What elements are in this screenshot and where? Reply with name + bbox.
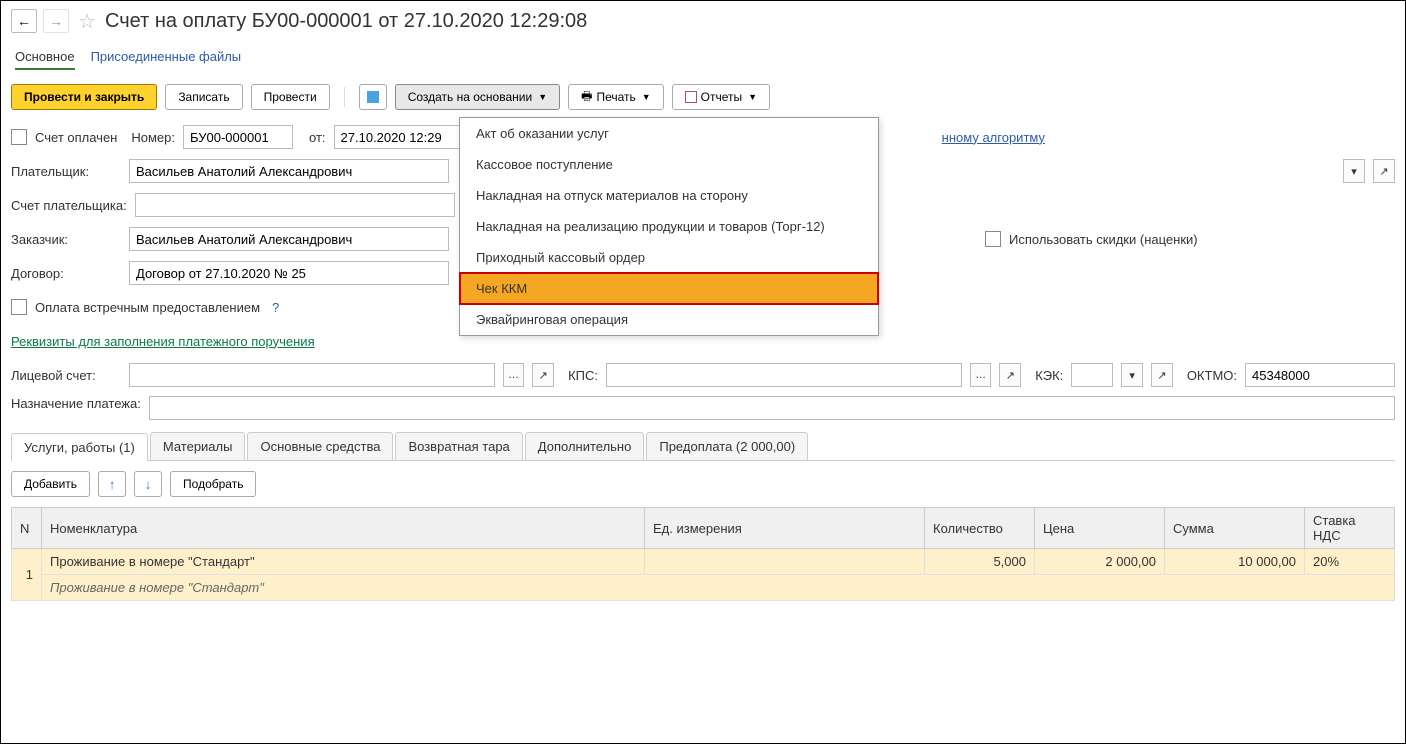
counter-payment-checkbox[interactable] xyxy=(11,299,27,315)
forward-button[interactable]: → xyxy=(43,9,69,33)
payer-dropdown-button[interactable]: ▾ xyxy=(1343,159,1365,183)
tab-files[interactable]: Присоединенные файлы xyxy=(91,45,242,70)
purpose-input[interactable] xyxy=(149,396,1395,420)
cell-desc[interactable]: Проживание в номере "Стандарт" xyxy=(42,575,1395,601)
post-button[interactable]: Провести xyxy=(251,84,330,110)
customer-input[interactable] xyxy=(129,227,449,251)
move-up-button[interactable]: ↑ xyxy=(98,471,126,497)
table-row[interactable]: 1 Проживание в номере "Стандарт" 5,000 2… xyxy=(12,549,1395,575)
pick-button[interactable]: Подобрать xyxy=(170,471,256,497)
chevron-down-icon: ▼ xyxy=(538,92,547,102)
cell-price[interactable]: 2 000,00 xyxy=(1035,549,1165,575)
oktmo-label: ОКТМО: xyxy=(1187,368,1237,383)
invoice-paid-label: Счет оплачен xyxy=(35,130,117,145)
customer-label: Заказчик: xyxy=(11,232,121,247)
kek-open-button[interactable]: ↗ xyxy=(1151,363,1173,387)
menu-item-cash-receipt[interactable]: Кассовое поступление xyxy=(460,149,878,180)
structure-icon xyxy=(367,91,379,103)
menu-item-kkm-check[interactable]: Чек ККМ xyxy=(460,273,878,304)
counter-payment-label: Оплата встречным предоставлением xyxy=(35,300,260,315)
cell-vat[interactable]: 20% xyxy=(1305,549,1395,575)
chevron-down-icon: ▼ xyxy=(748,92,757,102)
printer-icon: 🖶 xyxy=(581,87,592,108)
structure-button[interactable] xyxy=(359,84,387,110)
kps-input[interactable] xyxy=(606,363,962,387)
back-button[interactable]: ← xyxy=(11,9,37,33)
post-and-close-button[interactable]: Провести и закрыть xyxy=(11,84,157,110)
payer-input[interactable] xyxy=(129,159,449,183)
col-n[interactable]: N xyxy=(12,508,42,549)
col-qty[interactable]: Количество xyxy=(925,508,1035,549)
cell-nomen[interactable]: Проживание в номере "Стандарт" xyxy=(42,549,645,575)
help-icon[interactable]: ? xyxy=(272,300,279,315)
tab-assets[interactable]: Основные средства xyxy=(247,432,393,460)
favorite-star-icon[interactable]: ☆ xyxy=(75,9,99,33)
report-icon xyxy=(685,91,697,103)
reports-button[interactable]: Отчеты▼ xyxy=(672,84,770,110)
use-discounts-checkbox[interactable] xyxy=(985,231,1001,247)
contract-input[interactable] xyxy=(129,261,449,285)
tab-extra[interactable]: Дополнительно xyxy=(525,432,645,460)
menu-item-acquiring[interactable]: Эквайринговая операция xyxy=(460,304,878,335)
menu-item-torg12[interactable]: Накладная на реализацию продукции и това… xyxy=(460,211,878,242)
menu-item-material-waybill[interactable]: Накладная на отпуск материалов на сторон… xyxy=(460,180,878,211)
account-open-button[interactable]: ↗ xyxy=(532,363,554,387)
kps-label: КПС: xyxy=(568,368,598,383)
payer-account-input[interactable] xyxy=(135,193,455,217)
menu-item-act[interactable]: Акт об оказании услуг xyxy=(460,118,878,149)
page-title: Счет на оплату БУ00-000001 от 27.10.2020… xyxy=(105,10,587,33)
col-sum[interactable]: Сумма xyxy=(1165,508,1305,549)
col-price[interactable]: Цена xyxy=(1035,508,1165,549)
kek-dropdown-button[interactable]: ▾ xyxy=(1121,363,1143,387)
tab-materials[interactable]: Материалы xyxy=(150,432,246,460)
payer-label: Плательщик: xyxy=(11,164,121,179)
create-on-basis-menu: Акт об оказании услуг Кассовое поступлен… xyxy=(459,117,879,336)
payer-open-button[interactable]: ↗ xyxy=(1373,159,1395,183)
print-button[interactable]: 🖶Печать▼ xyxy=(568,84,664,110)
col-nomen[interactable]: Номенклатура xyxy=(42,508,645,549)
table-row-desc[interactable]: Проживание в номере "Стандарт" xyxy=(12,575,1395,601)
purpose-label: Назначение платежа: xyxy=(11,396,141,413)
personal-account-input[interactable] xyxy=(129,363,495,387)
menu-item-cash-order[interactable]: Приходный кассовый ордер xyxy=(460,242,878,273)
oktmo-input[interactable] xyxy=(1245,363,1395,387)
tab-services[interactable]: Услуги, работы (1) xyxy=(11,433,148,461)
add-row-button[interactable]: Добавить xyxy=(11,471,90,497)
cell-n: 1 xyxy=(12,549,42,601)
create-on-basis-button[interactable]: Создать на основании▼ xyxy=(395,84,560,110)
write-button[interactable]: Записать xyxy=(165,84,242,110)
account-select-button[interactable]: … xyxy=(503,363,525,387)
from-label: от: xyxy=(309,130,326,145)
algorithm-link[interactable]: нному алгоритму xyxy=(942,130,1045,145)
separator xyxy=(344,87,345,107)
kps-open-button[interactable]: ↗ xyxy=(999,363,1021,387)
kek-label: КЭК: xyxy=(1035,368,1063,383)
cell-unit[interactable] xyxy=(645,549,925,575)
col-unit[interactable]: Ед. измерения xyxy=(645,508,925,549)
chevron-down-icon: ▼ xyxy=(642,92,651,102)
items-table: N Номенклатура Ед. измерения Количество … xyxy=(11,507,1395,601)
tab-prepay[interactable]: Предоплата (2 000,00) xyxy=(646,432,808,460)
number-input[interactable] xyxy=(183,125,293,149)
kps-select-button[interactable]: … xyxy=(970,363,992,387)
contract-label: Договор: xyxy=(11,266,121,281)
use-discounts-label: Использовать скидки (наценки) xyxy=(1009,232,1198,247)
move-down-button[interactable]: ↓ xyxy=(134,471,162,497)
col-vat[interactable]: Ставка НДС xyxy=(1305,508,1395,549)
tab-main[interactable]: Основное xyxy=(15,45,75,70)
payer-account-label: Счет плательщика: xyxy=(11,198,127,213)
invoice-paid-checkbox[interactable] xyxy=(11,129,27,145)
date-input[interactable] xyxy=(334,125,464,149)
personal-account-label: Лицевой счет: xyxy=(11,368,121,383)
cell-sum[interactable]: 10 000,00 xyxy=(1165,549,1305,575)
tab-packaging[interactable]: Возвратная тара xyxy=(395,432,522,460)
payment-details-link[interactable]: Реквизиты для заполнения платежного пору… xyxy=(11,334,315,349)
cell-qty[interactable]: 5,000 xyxy=(925,549,1035,575)
kek-input[interactable] xyxy=(1071,363,1113,387)
number-label: Номер: xyxy=(131,130,175,145)
